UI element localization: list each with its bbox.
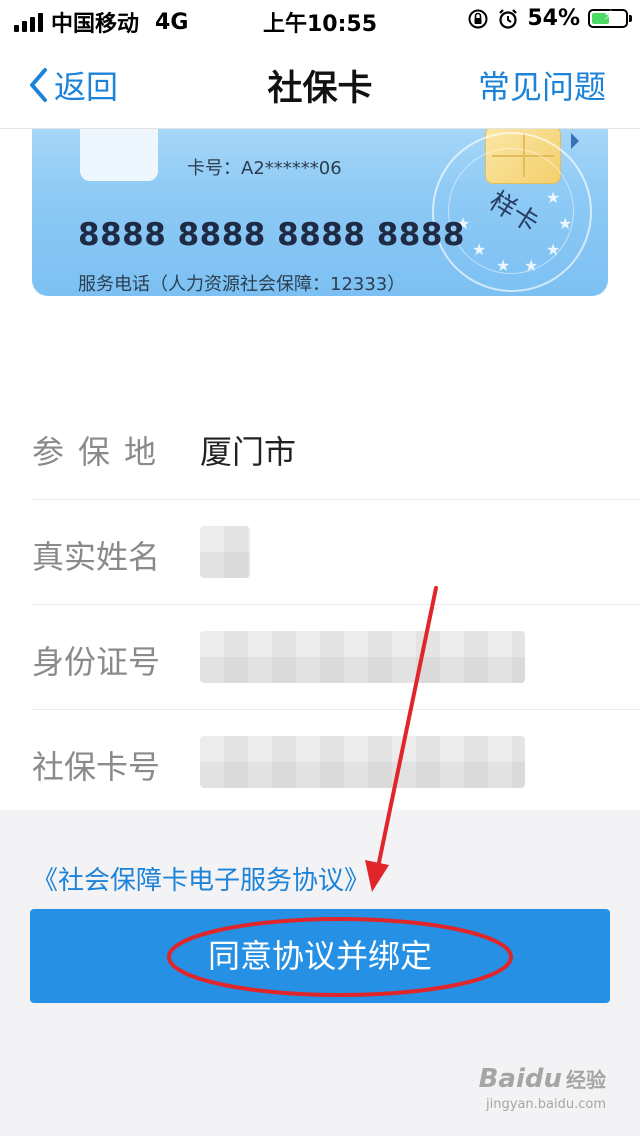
star-icon: ★ bbox=[546, 240, 561, 259]
insured-place-value: 厦门市 bbox=[200, 433, 297, 471]
charging-bolt-icon: ⚡ bbox=[603, 8, 613, 24]
star-icon: ★ bbox=[558, 214, 573, 233]
id-number-label: 身份证号 bbox=[32, 643, 161, 681]
binding-form: 参保地 厦门市 真实姓名 身份证号 社保卡号 bbox=[0, 395, 640, 814]
insured-place-row: 参保地 厦门市 bbox=[32, 395, 640, 500]
card-display-number: 8888 8888 8888 8888 bbox=[78, 217, 465, 253]
social-security-card: 卡号：A2******06 ★ ★ ★ ★ ★ ★ ★ 样卡 8888 8888… bbox=[32, 129, 608, 296]
id-number-field[interactable] bbox=[200, 631, 525, 683]
battery-icon: ⚡ bbox=[588, 8, 632, 28]
card-seal: ★ ★ ★ ★ ★ ★ ★ 样卡 bbox=[432, 132, 592, 292]
service-agreement-link[interactable]: 《社会保障卡电子服务协议》 bbox=[32, 860, 370, 897]
real-name-row: 真实姓名 bbox=[32, 500, 640, 605]
nav-bar: 返回 社保卡 常见问题 bbox=[0, 40, 640, 129]
watermark-url: jingyan.baidu.com bbox=[486, 1097, 606, 1112]
ss-card-number-row: 社保卡号 bbox=[32, 710, 640, 814]
card-photo-placeholder bbox=[80, 129, 158, 181]
card-service-phone: 服务电话（人力资源社会保障：12333） bbox=[78, 274, 406, 295]
star-icon: ★ bbox=[524, 256, 539, 275]
alarm-icon bbox=[499, 8, 518, 29]
orientation-lock-icon bbox=[468, 9, 488, 28]
real-name-label: 真实姓名 bbox=[32, 538, 161, 576]
star-icon: ★ bbox=[472, 240, 487, 259]
status-right: 54% ⚡ bbox=[467, 6, 632, 31]
status-bar: 中国移动 4G 上午10:55 54% ⚡ bbox=[0, 0, 640, 40]
ss-card-number-field[interactable] bbox=[200, 736, 525, 788]
id-number-row: 身份证号 bbox=[32, 605, 640, 710]
real-name-field[interactable] bbox=[200, 526, 250, 578]
star-icon: ★ bbox=[546, 188, 561, 207]
agree-and-bind-button[interactable]: 同意协议并绑定 bbox=[30, 909, 610, 1003]
star-icon: ★ bbox=[496, 256, 511, 275]
card-arrow-icon bbox=[571, 133, 579, 149]
insured-place-label: 参保地 bbox=[32, 433, 171, 471]
card-preview-area: 卡号：A2******06 ★ ★ ★ ★ ★ ★ ★ 样卡 8888 8888… bbox=[0, 129, 640, 309]
watermark-logo-cn: 经验 bbox=[566, 1068, 606, 1092]
ss-card-number-label: 社保卡号 bbox=[32, 748, 161, 786]
watermark-logo: Baidu bbox=[478, 1064, 562, 1094]
card-number-label: 卡号：A2******06 bbox=[187, 158, 342, 179]
battery-percent: 54% bbox=[527, 6, 580, 31]
baidu-jingyan-watermark: Baidu 经验 jingyan.baidu.com bbox=[478, 1064, 606, 1112]
faq-link[interactable]: 常见问题 bbox=[478, 62, 606, 108]
